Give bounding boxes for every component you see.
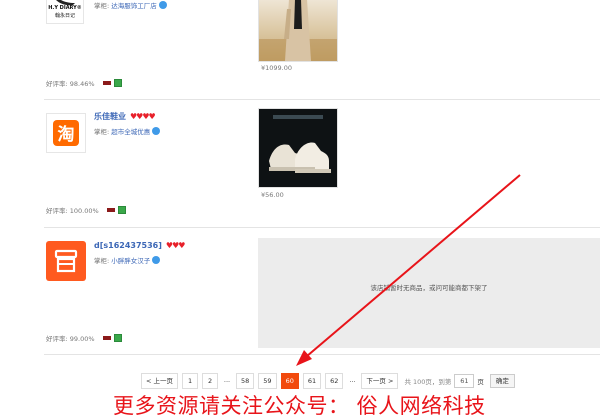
annotation-arrow-icon — [296, 174, 521, 366]
watermark-text: 更多资源请关注公众号： 俗人网络科技 — [113, 394, 486, 418]
